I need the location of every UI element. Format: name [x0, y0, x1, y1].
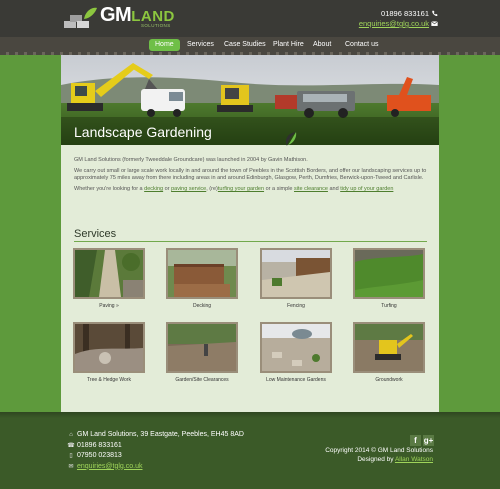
hero-banner: Landscape Gardening	[61, 55, 439, 145]
service-label-paving: Paving »	[99, 303, 119, 309]
service-label-decking: Decking	[192, 303, 212, 309]
nav-services[interactable]: Services	[181, 39, 220, 51]
header-contact: 01896 833161 enquiries@tglg.co.uk	[359, 9, 438, 29]
service-label-fencing: Fencing	[287, 303, 305, 309]
service-image-tree-hedge	[73, 322, 145, 373]
phone-icon: ☎	[67, 442, 75, 449]
service-label-turfing: Turfing	[381, 303, 397, 309]
designed-by-text: Designed by	[357, 456, 395, 463]
nav-case-studies[interactable]: Case Studies	[218, 39, 272, 51]
service-tile-turfing[interactable]: Turfing	[353, 248, 425, 309]
home-icon: ⌂	[69, 432, 73, 438]
service-tile-fencing[interactable]: Fencing	[260, 248, 332, 309]
service-image-groundwork	[353, 322, 425, 373]
services-heading: Services	[74, 228, 117, 240]
intro-text: GM Land Solutions (formerly Tweeddale Gr…	[74, 157, 428, 197]
main-content: Landscape Gardening GM Land Solutions (f…	[61, 55, 439, 412]
footer-contact: ⌂ GM Land Solutions, 39 Eastgate, Peebles…	[67, 430, 244, 472]
service-image-low-maintenance	[260, 322, 332, 373]
services-divider	[74, 241, 427, 242]
leaf-icon	[286, 132, 297, 146]
link-decking[interactable]: decking	[144, 186, 163, 192]
phone-icon	[432, 10, 438, 17]
link-tidy-up[interactable]: tidy up of your garden	[340, 186, 393, 192]
service-label-tree-hedge: Tree & Hedge Work	[87, 377, 131, 383]
main-nav: Home Services Case Studies Plant Hire Ab…	[0, 37, 500, 55]
service-tile-decking[interactable]: Decking	[166, 248, 238, 309]
intro-paragraph-2: We carry out small or large scale work l…	[74, 168, 427, 181]
footer-credits: Copyright 2014 © GM Land Solutions Desig…	[325, 446, 433, 464]
service-tile-paving[interactable]: Paving »	[73, 248, 145, 309]
designer-link[interactable]: Allan Watson	[395, 456, 433, 463]
nav-contact[interactable]: Contact us	[339, 39, 384, 51]
service-label-groundwork: Groundwork	[375, 377, 403, 383]
mail-icon	[431, 21, 438, 26]
nav-plant-hire[interactable]: Plant Hire	[267, 39, 310, 51]
service-image-fencing	[260, 248, 332, 299]
googleplus-icon[interactable]: g+	[423, 435, 434, 446]
header-phone[interactable]: 01896 833161	[381, 9, 429, 18]
service-tile-groundwork[interactable]: Groundwork	[353, 322, 425, 383]
service-tile-low-maintenance[interactable]: Low Maintenance Gardens	[260, 322, 332, 383]
service-tile-site-clearances[interactable]: Garden/Site Clearances	[166, 322, 238, 383]
link-turfing[interactable]: turfing your garden	[218, 186, 264, 192]
logo-mark-icon	[64, 7, 97, 28]
logo[interactable]: GMLAND SOLUTIONS	[64, 4, 184, 30]
header-email-link[interactable]: enquiries@tglg.co.uk	[359, 19, 429, 28]
nav-home[interactable]: Home	[149, 39, 180, 51]
mail-icon: ✉	[68, 463, 74, 470]
footer-email-link[interactable]: enquiries@tglg.co.uk	[77, 463, 142, 470]
copyright-text: Copyright 2014 © GM Land Solutions	[325, 447, 433, 454]
link-paving[interactable]: paving service	[171, 186, 206, 192]
service-image-decking	[166, 248, 238, 299]
intro-paragraph-3: Whether you're looking for a decking or …	[74, 186, 394, 192]
mobile-icon: ▯	[69, 453, 73, 459]
intro-paragraph-1: GM Land Solutions (formerly Tweeddale Gr…	[74, 157, 308, 163]
footer-phone-1[interactable]: 01896 833161	[77, 442, 122, 449]
footer-address: GM Land Solutions, 39 Eastgate, Peebles,…	[77, 431, 244, 438]
service-label-site-clearances: Garden/Site Clearances	[175, 377, 229, 383]
logo-subtitle: SOLUTIONS	[141, 23, 171, 28]
service-label-low-maintenance: Low Maintenance Gardens	[266, 377, 326, 383]
service-image-site-clearances	[166, 322, 238, 373]
service-tile-tree-hedge[interactable]: Tree & Hedge Work	[73, 322, 145, 383]
service-image-turfing	[353, 248, 425, 299]
site-header: GMLAND SOLUTIONS 01896 833161 enquiries@…	[0, 0, 500, 37]
footer-phone-2[interactable]: 07950 023813	[77, 452, 122, 459]
hero-title: Landscape Gardening	[74, 124, 212, 140]
service-image-paving	[73, 248, 145, 299]
nav-about[interactable]: About	[307, 39, 337, 51]
facebook-icon[interactable]: f	[410, 435, 421, 446]
link-site-clearance[interactable]: site clearance	[294, 186, 328, 192]
